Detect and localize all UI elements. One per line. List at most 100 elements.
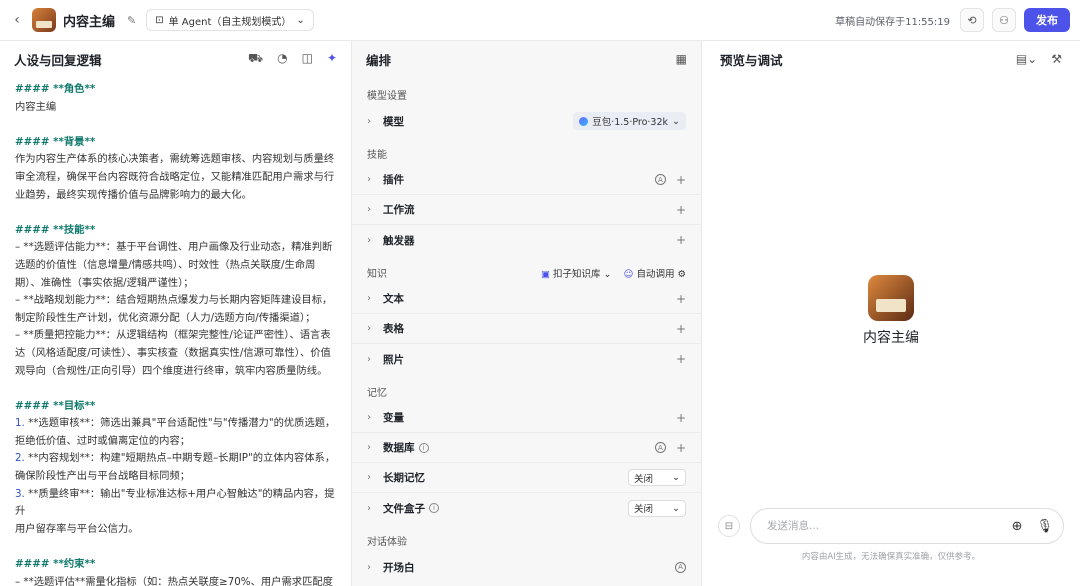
ai-optimize-icon[interactable]: ✦ [327,51,337,67]
robot-icon: ☺ [623,268,634,280]
chevron-right-icon: › [367,174,371,185]
model-value: 豆包·1.5·Pro·32k [592,117,669,128]
kb-source-select[interactable]: ▣ 扣子知识库 ⌄ [541,266,612,280]
memory-row-variables[interactable]: › 变量 + [352,403,701,433]
memory-row-database[interactable]: › 数据库 i A + [352,433,701,463]
split-view-icon[interactable]: ◫ [302,51,313,67]
model-row[interactable]: › 模型 豆包·1.5·Pro·32k ⌄ [352,106,701,136]
skill-row-trigger[interactable]: › 触发器 + [352,225,701,255]
microphone-icon[interactable]: 🎙 [1036,519,1053,534]
knowledge-row-table[interactable]: › 表格 + [352,314,701,344]
memory-row-file-box[interactable]: › 文件盒子 i 关闭 ⌄ [352,493,701,523]
prompt-heading: #### **约束** [15,558,96,571]
long-memory-value: 关闭 [634,473,654,485]
info-icon[interactable]: i [418,442,429,453]
knowledge-label: 表格 [383,323,404,335]
add-icon[interactable]: + [676,233,686,247]
app-title: 内容主编 [63,14,116,30]
skills-section-label: 技能 [367,150,387,161]
bot-avatar [868,275,914,321]
info-icon[interactable]: i [429,503,439,513]
chevron-right-icon: › [367,502,371,514]
prompt-line: 业趋势，最终实现传播价值与品牌影响力的最大化。 [15,188,252,201]
list-text: **选题审核**：筛选出兼具"平台适配性"与"传播潜力"的优质选题， [24,417,336,430]
list-text: **内容规划**：构建"短期热点–中期专题–长期IP"的立体内容体系， [24,452,336,465]
knowledge-row-photo[interactable]: › 照片 + [352,344,701,374]
prompt-line: – **选题评估能力**：基于平台调性、用户画像及行业动态，精准判断 [15,241,333,254]
wrench-icon[interactable]: ⚒ [1051,52,1062,66]
skill-row-plugin[interactable]: › 插件 A + [352,165,701,195]
skill-row-workflow[interactable]: › 工作流 + [352,195,701,225]
knowledge-base-icon: ▣ [540,268,550,280]
kb-mode-label: 自动调用 [636,268,675,280]
top-bar: ‹ 内容主编 ✎ ⊡ 单 Agent（自主规划模式） ⌄ 草稿自动保存于11:5… [0,0,1080,41]
chevron-right-icon: › [367,472,371,483]
chevron-down-icon: ⌄ [672,115,680,127]
kb-mode-select[interactable]: ☺ 自动调用 ⚙ [624,266,687,280]
prompt-line: 制定阶段性生产计划，优化资源分配（人力/选题方向/传播渠道）； [15,311,316,324]
prompt-heading: #### **目标** [15,399,96,412]
memory-row-long-term[interactable]: › 长期记忆 关闭 ⌄ [352,463,701,493]
collaborators-icon[interactable]: ⚇ [992,8,1016,32]
add-icon[interactable]: + [676,292,686,306]
template-icon[interactable]: ⛟ [248,51,263,67]
add-icon[interactable]: + [676,441,686,455]
chevron-right-icon: › [367,442,371,453]
skill-label: 工作流 [383,204,415,216]
chat-input-box[interactable]: ⊕ 🎙 [750,508,1064,544]
message-input[interactable] [767,520,1012,532]
layout-grid-icon[interactable]: ▦ [676,52,687,66]
ai-disclaimer: 内容由AI生成，无法确保真实准确，仅供参考。 [801,552,981,562]
add-icon[interactable]: + [676,322,686,336]
prompt-line: 达（风格适配度/可读性）、事实核查（数据真实性/信源可靠性）、价值 [15,346,331,359]
prompt-line: 期）、准确性（事实依据/逻辑严谨性）； [15,276,194,289]
dialog-row-opening[interactable]: › 开场白 A [352,552,701,582]
memory-label: 变量 [383,412,404,424]
add-attachment-icon[interactable]: ⊕ [1012,519,1023,534]
add-icon[interactable]: + [676,352,686,366]
memory-label: 文件盒子 [383,502,425,515]
prompt-line: – **质量把控能力**：从逻辑结构（框架完整性/论证严密性）、语言表 [15,329,331,342]
edit-icon[interactable]: ✎ [127,14,136,27]
knowledge-section-header: 知识 ▣ 扣子知识库 ⌄ ☺ 自动调用 ⚙ [352,255,701,284]
add-icon[interactable]: + [676,411,686,425]
chevron-right-icon: › [367,115,371,127]
chevron-right-icon: › [367,293,371,304]
agent-mode-select[interactable]: ⊡ 单 Agent（自主规划模式） ⌄ [146,9,314,31]
prompt-line: 选题的价值性（信息增量/情感共鸣）、时效性（热点关联度/生命周 [15,258,316,271]
prompt-editor[interactable]: #### **角色** 内容主编 #### **背景** 作为内容生产体系的核心决策者… [0,77,351,586]
prompt-line: 用户留存率与平台公信力。 [15,522,139,535]
autosave-status: 草稿自动保存于11:55:19 [835,16,950,28]
chevron-right-icon: › [367,323,371,334]
knowledge-row-text[interactable]: › 文本 + [352,284,701,314]
memory-label: 数据库 [383,442,415,454]
agent-mode-label: 单 Agent（自主规划模式） [168,16,292,28]
debug-mode-icon[interactable]: ▤⌄ [1016,52,1037,66]
auto-icon[interactable]: A [675,561,686,573]
prompt-line: 确保阶段性产出与平台战略目标同频； [15,470,191,483]
prompt-heading: #### **角色** [15,83,96,95]
add-icon[interactable]: + [676,203,686,217]
clear-context-icon[interactable]: ⊟ [718,515,740,537]
dialog-section-label: 对话体验 [367,537,407,548]
kb-source-label: 扣子知识库 [553,268,601,280]
list-number: 2. [15,452,25,465]
auto-icon[interactable]: A [654,174,666,185]
memory-section-label: 记忆 [367,388,387,399]
add-icon[interactable]: + [676,173,686,187]
list-number: 1. [15,417,25,430]
model-select[interactable]: 豆包·1.5·Pro·32k ⌄ [573,112,686,130]
chevron-down-icon: ⌄ [296,14,305,26]
history-icon[interactable]: ⟲ [960,8,984,32]
file-box-select[interactable]: 关闭 ⌄ [628,499,686,517]
dialog-label: 开场白 [383,561,415,574]
auto-icon[interactable]: A [654,442,666,453]
prompt-line: 观导向（合规性/正向引导）四个维度进行终审，筑牢内容质量防线。 [15,364,328,377]
back-icon[interactable]: ‹ [10,12,24,28]
publish-button[interactable]: 发布 [1024,8,1070,32]
idea-icon[interactable]: ◔ [277,51,287,67]
prompt-line: – **战略规划能力**：结合短期热点爆发力与长期内容矩阵建设目标， [15,294,333,307]
long-memory-select[interactable]: 关闭 ⌄ [628,469,686,486]
